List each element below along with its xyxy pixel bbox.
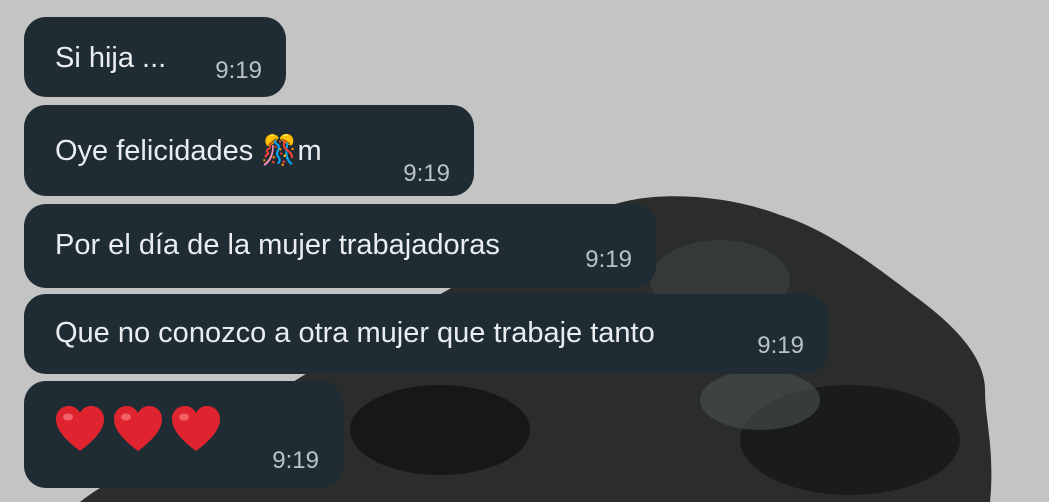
- red-heart-icon: [172, 406, 220, 451]
- bubble-tail: [31, 33, 51, 53]
- message-time: 9:19: [215, 57, 262, 84]
- message-text: Por el día de la mujer trabajadoras: [55, 229, 500, 261]
- message-text: Oye felicidades 🎊m: [55, 133, 322, 168]
- hearts-row: [54, 405, 228, 453]
- message-time: 9:19: [585, 246, 632, 273]
- message-bubble[interactable]: Oye felicidades 🎊m 9:19: [24, 105, 474, 196]
- message-bubble[interactable]: Que no conozco a otra mujer que trabaje …: [24, 294, 828, 374]
- message-bubble[interactable]: 9:19: [24, 381, 343, 488]
- message-time: 9:19: [757, 332, 804, 359]
- message-bubble[interactable]: Si hija ... 9:19: [24, 17, 286, 97]
- confetti-ball-icon: 🎊: [261, 133, 298, 167]
- message-bubble[interactable]: Por el día de la mujer trabajadoras 9:19: [24, 204, 656, 288]
- red-heart-icon: [56, 406, 104, 451]
- message-time: 9:19: [272, 447, 319, 474]
- message-text: Que no conozco a otra mujer que trabaje …: [55, 317, 655, 349]
- message-text-suffix: m: [297, 135, 322, 167]
- message-time: 9:19: [403, 160, 450, 187]
- message-text-part: Oye felicidades: [55, 135, 262, 167]
- message-text: Si hija ...: [55, 42, 167, 74]
- red-heart-icon: [114, 406, 162, 451]
